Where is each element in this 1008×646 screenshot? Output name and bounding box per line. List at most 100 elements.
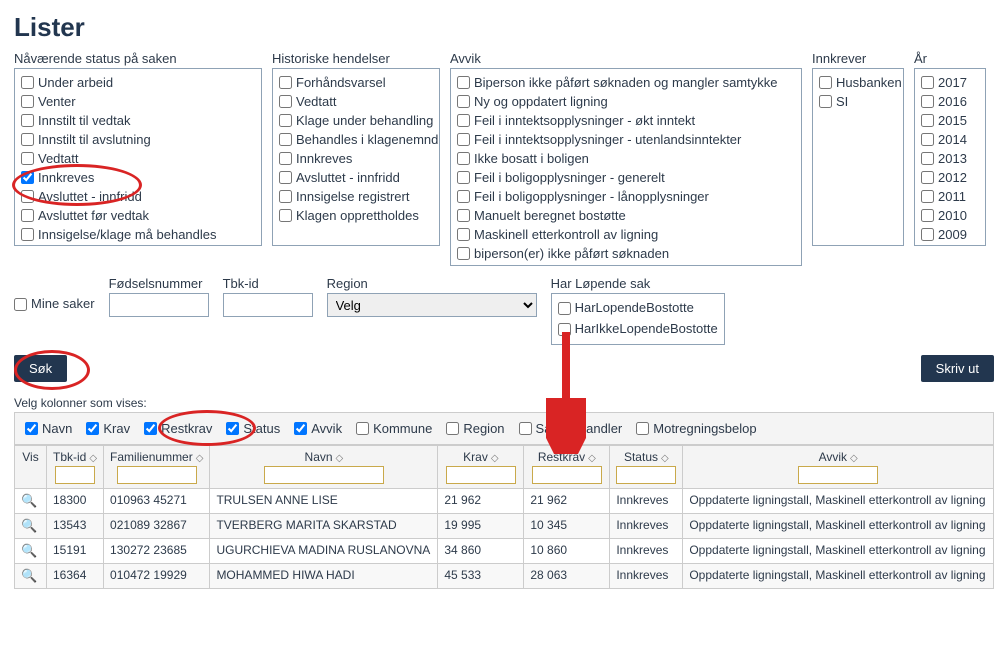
status-filter-box: Under arbeidVenterInnstilt til vedtakInn…	[14, 68, 262, 246]
aar-item-checkbox[interactable]	[921, 209, 934, 222]
avvik-item-label: Ny og oppdatert ligning	[474, 92, 608, 111]
aar-item-checkbox[interactable]	[921, 95, 934, 108]
aar-item-label: 2009	[938, 225, 967, 244]
col-restkrav[interactable]: Restkrav	[538, 450, 585, 464]
hist-item-label: Innkreves	[296, 149, 352, 168]
cell-restkrav: 10 860	[524, 539, 610, 564]
view-icon[interactable]: 🔍	[21, 543, 37, 558]
fnr-input[interactable]	[109, 293, 209, 317]
status-item-label: Venter	[38, 92, 76, 111]
col-pick-checkbox[interactable]	[519, 422, 532, 435]
status-item-checkbox[interactable]	[21, 190, 34, 203]
hist-item-checkbox[interactable]	[279, 171, 292, 184]
innkrever-item-checkbox[interactable]	[819, 95, 832, 108]
col-pick-checkbox[interactable]	[356, 422, 369, 435]
col-pick-checkbox[interactable]	[25, 422, 38, 435]
aar-item-label: 2010	[938, 206, 967, 225]
col-fam[interactable]: Familienummer	[110, 450, 193, 464]
view-icon[interactable]: 🔍	[21, 568, 37, 583]
aar-item-checkbox[interactable]	[921, 114, 934, 127]
hist-item-checkbox[interactable]	[279, 114, 292, 127]
avvik-item-checkbox[interactable]	[457, 114, 470, 127]
filter-tbk[interactable]	[55, 466, 95, 484]
sort-icon[interactable]: ◇	[850, 453, 858, 464]
col-pick-checkbox[interactable]	[144, 422, 157, 435]
sok-button[interactable]: Søk	[14, 355, 67, 382]
aar-item-checkbox[interactable]	[921, 152, 934, 165]
avvik-item-checkbox[interactable]	[457, 95, 470, 108]
avvik-filter-box: Biperson ikke påført søknaden og mangler…	[450, 68, 802, 266]
col-avvik[interactable]: Avvik	[819, 450, 847, 464]
avvik-item-checkbox[interactable]	[457, 171, 470, 184]
mine-saker-label: Mine saker	[31, 294, 95, 313]
sort-icon[interactable]: ◇	[588, 453, 596, 464]
aar-item-checkbox[interactable]	[921, 228, 934, 241]
status-item-checkbox[interactable]	[21, 209, 34, 222]
filter-krav[interactable]	[446, 466, 516, 484]
col-pick-checkbox[interactable]	[636, 422, 649, 435]
status-item-checkbox[interactable]	[21, 114, 34, 127]
status-item-checkbox[interactable]	[21, 76, 34, 89]
lopende-item-checkbox[interactable]	[558, 302, 571, 315]
view-icon[interactable]: 🔍	[21, 493, 37, 508]
col-pick-checkbox[interactable]	[294, 422, 307, 435]
filter-navn[interactable]	[264, 466, 384, 484]
fnr-label: Fødselsnummer	[109, 276, 209, 291]
aar-item-checkbox[interactable]	[921, 133, 934, 146]
col-krav[interactable]: Krav	[463, 450, 488, 464]
hist-filter-label: Historiske hendelser	[272, 51, 440, 66]
status-item-checkbox[interactable]	[21, 171, 34, 184]
avvik-item-checkbox[interactable]	[457, 190, 470, 203]
skrivut-button[interactable]: Skriv ut	[921, 355, 994, 382]
avvik-item-label: biperson(er) ikke påført søknaden	[474, 244, 669, 263]
filter-status[interactable]	[616, 466, 676, 484]
mine-saker-checkbox[interactable]	[14, 298, 27, 311]
avvik-item-checkbox[interactable]	[457, 152, 470, 165]
col-tbk[interactable]: Tbk-id	[53, 450, 86, 464]
col-pick-checkbox[interactable]	[226, 422, 239, 435]
hist-item-checkbox[interactable]	[279, 76, 292, 89]
avvik-item-label: Feil i boligopplysninger - lånopplysning…	[474, 187, 709, 206]
filter-fam[interactable]	[117, 466, 197, 484]
col-pick-label: Saksbehandler	[536, 419, 623, 438]
page-title: Lister	[14, 12, 994, 43]
sort-icon[interactable]: ◇	[336, 453, 344, 464]
avvik-item-checkbox[interactable]	[457, 76, 470, 89]
hist-item-checkbox[interactable]	[279, 95, 292, 108]
col-pick-checkbox[interactable]	[446, 422, 459, 435]
col-pick-label: Status	[243, 419, 280, 438]
aar-item-checkbox[interactable]	[921, 76, 934, 89]
region-select[interactable]: Velg	[327, 293, 537, 317]
avvik-item-checkbox[interactable]	[457, 228, 470, 241]
tbk-input[interactable]	[223, 293, 313, 317]
status-item-checkbox[interactable]	[21, 95, 34, 108]
col-pick-checkbox[interactable]	[86, 422, 99, 435]
col-status[interactable]: Status	[624, 450, 658, 464]
avvik-item-checkbox[interactable]	[457, 209, 470, 222]
avvik-item-label: Feil i inntektsopplysninger - utenlandsi…	[474, 130, 741, 149]
hist-item-checkbox[interactable]	[279, 152, 292, 165]
status-item-checkbox[interactable]	[21, 228, 34, 241]
avvik-item-checkbox[interactable]	[457, 247, 470, 260]
hist-item-checkbox[interactable]	[279, 190, 292, 203]
hist-item-label: Avsluttet - innfridd	[296, 168, 400, 187]
sort-icon[interactable]: ◇	[89, 453, 97, 464]
col-navn[interactable]: Navn	[305, 450, 333, 464]
hist-item-checkbox[interactable]	[279, 209, 292, 222]
status-item-checkbox[interactable]	[21, 133, 34, 146]
filter-restkrav[interactable]	[532, 466, 602, 484]
hist-item-checkbox[interactable]	[279, 133, 292, 146]
sort-icon[interactable]: ◇	[661, 453, 669, 464]
filter-avvik[interactable]	[798, 466, 878, 484]
sort-icon[interactable]: ◇	[491, 453, 499, 464]
avvik-item-checkbox[interactable]	[457, 133, 470, 146]
sort-icon[interactable]: ◇	[196, 453, 204, 464]
view-icon[interactable]: 🔍	[21, 518, 37, 533]
status-item-checkbox[interactable]	[21, 152, 34, 165]
aar-item-checkbox[interactable]	[921, 171, 934, 184]
lopende-item-checkbox[interactable]	[558, 323, 571, 336]
avvik-item-label: Ikke bosatt i boligen	[474, 149, 589, 168]
aar-item-checkbox[interactable]	[921, 190, 934, 203]
cols-picker-label: Velg kolonner som vises:	[14, 396, 994, 410]
innkrever-item-checkbox[interactable]	[819, 76, 832, 89]
